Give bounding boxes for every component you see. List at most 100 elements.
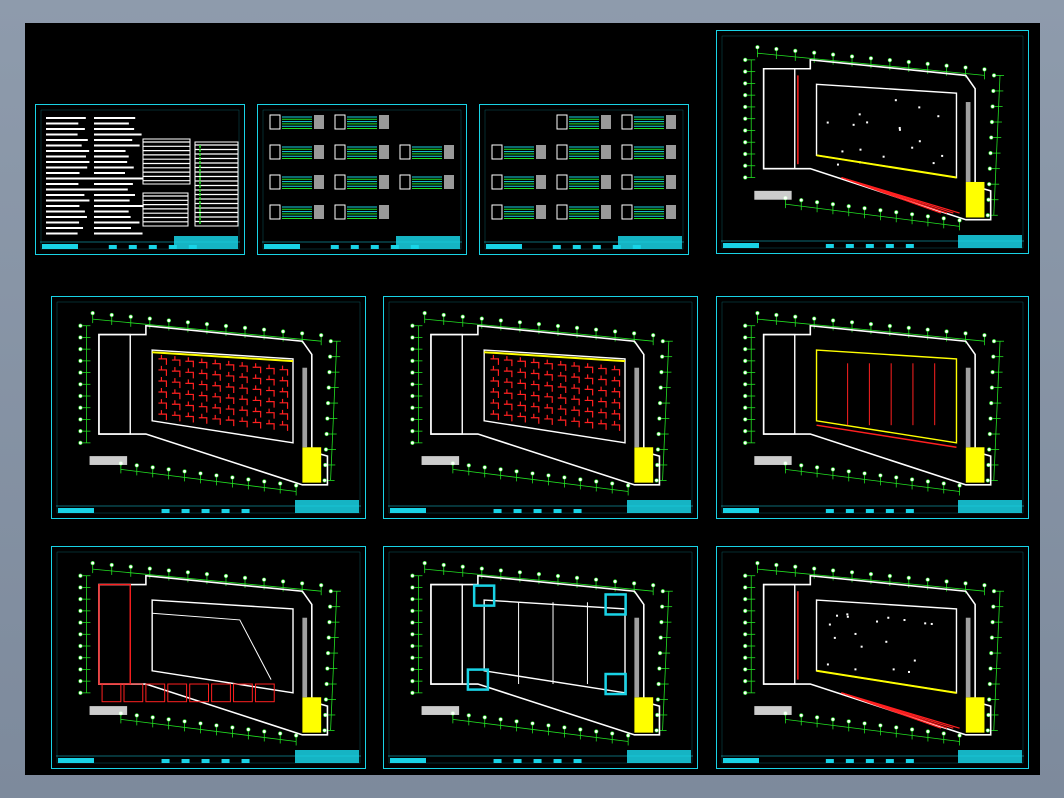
lighting-circuit <box>158 388 168 399</box>
grid-axis-bubble <box>989 135 994 140</box>
title-block-field <box>350 245 359 249</box>
fixture-mark <box>941 154 944 157</box>
title-block-field <box>221 509 230 513</box>
grid-axis-bubble <box>799 713 804 718</box>
lighting-circuit <box>517 357 526 368</box>
lighting-circuit <box>584 363 594 374</box>
main-hall <box>151 349 294 444</box>
title-block-field <box>330 245 339 249</box>
title-block-field <box>148 245 157 249</box>
grid-axis-bubble <box>514 469 519 474</box>
sheet-design-notes[interactable] <box>35 104 245 255</box>
grid-axis-bubble <box>743 632 748 637</box>
grid-axis-bubble <box>743 323 748 328</box>
grid-axis-bubble <box>610 481 615 486</box>
roof-drain <box>101 683 122 703</box>
grid-axis-bubble <box>743 655 748 660</box>
note-text-line <box>46 188 96 191</box>
note-text-line <box>46 216 87 218</box>
grid-axis-bubble <box>655 712 660 718</box>
grid-axis-bubble <box>987 697 992 702</box>
grid-axis-bubble <box>987 431 992 437</box>
grid-axis-bubble <box>182 719 187 724</box>
grid-axis-bubble <box>982 583 987 588</box>
grid-axis-bubble <box>134 463 139 468</box>
grid-axis-bubble <box>743 382 748 387</box>
grid-axis-bubble <box>546 723 551 728</box>
sheet-floor-plan-1[interactable] <box>716 30 1029 254</box>
grid-axis-bubble <box>654 728 659 733</box>
title-block-stamp <box>958 235 1022 248</box>
grid-axis-bubble <box>655 462 660 468</box>
grid-axis-bubble <box>846 204 851 209</box>
grid-axis-bubble <box>894 725 899 730</box>
sheet-system-diagram-2[interactable] <box>479 104 689 255</box>
lighting-circuit <box>517 401 526 412</box>
lighting-circuit <box>530 369 540 380</box>
title-block-field <box>825 509 834 513</box>
grid-axis-bubble <box>657 650 663 656</box>
fixture-mark <box>828 623 831 626</box>
lighting-circuit <box>185 368 194 379</box>
grid-axis-bubble <box>878 723 883 728</box>
grid-axis-bubble <box>479 316 484 321</box>
circuit-label <box>314 115 324 129</box>
distribution-box <box>269 204 281 220</box>
grid-axis-bubble <box>743 679 748 684</box>
sheet-system-diagram-1[interactable] <box>257 104 467 255</box>
note-text-line <box>46 172 80 174</box>
sheet-floor-plan-4[interactable] <box>716 296 1029 519</box>
grid-axis-bubble <box>963 331 968 336</box>
cable-tray <box>816 154 957 179</box>
grid-axis-bubble <box>743 358 748 363</box>
grid-axis-bubble <box>991 354 996 359</box>
grid-axis-bubble <box>990 620 995 625</box>
fixture-mark <box>852 123 855 126</box>
grid-axis-bubble <box>261 577 267 582</box>
grid-axis-bubble <box>128 564 133 569</box>
grid-axis-bubble <box>185 570 190 575</box>
grid-axis-bubble <box>536 322 542 327</box>
lighting-circuit <box>266 397 275 408</box>
wall-hatch <box>965 102 971 182</box>
lighting-circuit <box>225 382 235 393</box>
lighting-circuit <box>239 406 248 417</box>
sheet-structure-plan[interactable] <box>383 546 698 769</box>
lighting-circuit <box>571 406 580 417</box>
grid-axis-bubble <box>78 393 83 399</box>
grid-axis-bubble <box>990 104 995 109</box>
grid-axis-bubble <box>166 717 171 722</box>
grid-axis-bubble <box>632 331 637 336</box>
lighting-circuit <box>517 390 526 401</box>
grid-axis-bubble <box>460 314 465 319</box>
sheet-drawing <box>721 35 1024 249</box>
sheet-roof-plan[interactable] <box>51 546 366 769</box>
grid-axis-bubble <box>594 479 599 484</box>
grid-axis-bubble <box>326 635 331 640</box>
fixture-mark <box>918 140 921 143</box>
plan-note-text <box>421 456 460 465</box>
sheet-floor-plan-2[interactable] <box>51 296 366 519</box>
grid-axis-bubble <box>90 311 95 316</box>
grid-axis-bubble <box>562 475 567 480</box>
drawing-title-text <box>58 758 94 763</box>
grid-axis-bubble <box>814 200 820 205</box>
grid-axis-bubble <box>862 471 867 476</box>
grid-axis-bubble <box>460 564 465 569</box>
grid-axis-bubble <box>327 620 332 625</box>
lighting-circuit <box>185 390 194 401</box>
drawing-canvas[interactable] <box>25 23 1040 775</box>
distribution-box <box>399 174 411 190</box>
distribution-box <box>491 144 503 160</box>
sheet-drawing <box>40 109 240 250</box>
grid-axis-bubble <box>743 93 748 98</box>
wall-hatch <box>302 367 308 448</box>
roof-drain <box>211 683 231 703</box>
sheet-floor-plan-5[interactable] <box>716 546 1029 769</box>
lighting-circuit <box>212 392 221 403</box>
grid-axis-bubble <box>658 635 663 640</box>
grid-axis-bubble <box>743 667 748 672</box>
title-block-field <box>905 244 914 248</box>
sheet-floor-plan-3[interactable] <box>383 296 698 519</box>
lighting-circuit <box>490 354 500 365</box>
